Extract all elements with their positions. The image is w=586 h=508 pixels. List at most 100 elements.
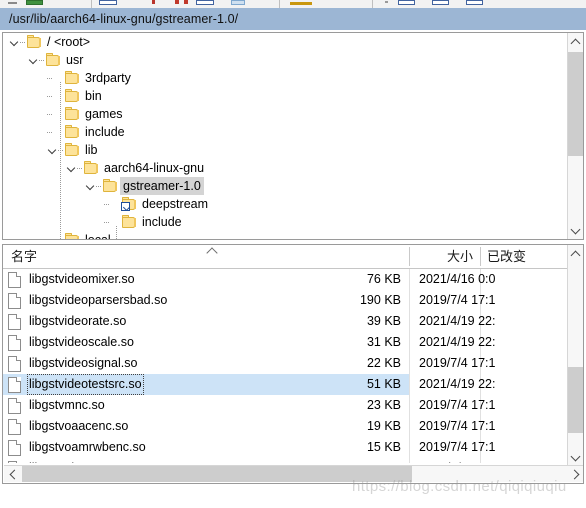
file-icon: [8, 335, 21, 351]
folder-shortcut-icon: [121, 197, 137, 211]
tree-item-label: / <root>: [47, 35, 91, 49]
file-size: 39 KB: [366, 314, 401, 328]
copy-icon[interactable]: [196, 0, 214, 5]
file-modified: 2021/4/16 0:0: [419, 272, 496, 286]
file-row[interactable]: libgstvideotestsrc.so 51 KB 2021/4/19 22:: [3, 374, 567, 395]
tree-item[interactable]: bin: [3, 87, 567, 105]
chevron-down-icon[interactable]: [9, 33, 20, 51]
tree-item[interactable]: aarch64-linux-gnu: [3, 159, 567, 177]
file-modified: 2021/4/19 22:: [419, 458, 495, 463]
list-scroll-left-button[interactable]: [4, 466, 21, 482]
folder-icon: [64, 107, 80, 121]
delete-icon[interactable]: [175, 0, 179, 4]
caret-left-icon: [9, 469, 19, 479]
file-list-rows[interactable]: libgstvideomixer.so 76 KB 2021/4/16 0:0 lib…: [3, 269, 567, 463]
directory-tree-panel[interactable]: / <root> usr 3rdparty bin games include lib aar…: [2, 32, 584, 240]
upload-icon[interactable]: [99, 0, 117, 5]
file-row[interactable]: libgstvoamrwbenc.so 15 KB 2019/7/4 17:1: [3, 437, 567, 458]
file-modified: 2019/7/4 17:1: [419, 419, 496, 433]
folder-icon: [64, 71, 80, 85]
list-hscroll-thumb[interactable]: [22, 466, 412, 482]
file-name: libgstvideorate.so: [29, 314, 127, 328]
chevron-down-icon[interactable]: [47, 141, 58, 159]
tree-connector-line: [47, 69, 58, 87]
file-modified: 2019/7/4 17:1: [419, 293, 496, 307]
list-horizontal-scrollbar[interactable]: [4, 465, 583, 482]
tree-item[interactable]: lib: [3, 141, 567, 159]
list-vertical-scrollbar[interactable]: [567, 245, 583, 466]
download-icon[interactable]: [152, 0, 155, 4]
tree-item-label: bin: [85, 89, 102, 103]
tree-item-label: aarch64-linux-gnu: [104, 161, 205, 175]
tree-item[interactable]: include: [3, 123, 567, 141]
tree-item[interactable]: gstreamer-1.0: [3, 177, 567, 195]
folder-icon: [26, 35, 42, 49]
tree-item[interactable]: include: [3, 213, 567, 231]
file-name: libgstvideoscale.so: [29, 335, 134, 349]
file-name: libgstvideotestsrc.so: [27, 374, 144, 395]
file-modified: 2021/4/19 22:: [419, 335, 496, 349]
file-icon: [8, 293, 21, 309]
chevron-down-icon[interactable]: [66, 159, 77, 177]
tree-item-label: deepstream: [142, 197, 209, 211]
chevron-down-icon[interactable]: [85, 177, 96, 195]
list-scroll-down-button[interactable]: [568, 449, 583, 466]
paste-icon[interactable]: [231, 0, 245, 5]
tree-connector-line: [47, 123, 58, 141]
tree-scroll-thumb[interactable]: [568, 52, 583, 156]
file-row[interactable]: libgstvideoparsersbad.so 190 KB 2019/7/4 1…: [3, 290, 567, 311]
file-row[interactable]: libgstvideorate.so 39 KB 2021/4/19 22:: [3, 311, 567, 332]
file-list-panel[interactable]: 名字 大小 已改变 libgstvideomixer.so 76 KB 2021/4…: [2, 244, 584, 484]
folder-icon: [64, 143, 80, 157]
refresh-icon[interactable]: [398, 0, 415, 5]
help-icon[interactable]: [466, 0, 483, 5]
folder-open-icon[interactable]: [290, 2, 312, 5]
column-header-name[interactable]: 名字: [11, 245, 37, 268]
file-row[interactable]: libgstvideosignal.so 22 KB 2019/7/4 17:1: [3, 353, 567, 374]
file-icon: [8, 314, 21, 330]
back-icon[interactable]: [8, 2, 17, 4]
settings-icon[interactable]: [432, 0, 449, 5]
column-header-row[interactable]: 名字 大小 已改变: [3, 245, 583, 269]
tree-item[interactable]: local: [3, 231, 567, 239]
column-divider[interactable]: [409, 247, 410, 266]
file-row[interactable]: libgstvmnc.so 23 KB 2019/7/4 17:1: [3, 395, 567, 416]
file-icon: [8, 272, 21, 288]
list-scroll-thumb[interactable]: [568, 367, 583, 433]
tree-item[interactable]: / <root>: [3, 33, 567, 51]
file-name: libgstvolume.so: [27, 458, 117, 463]
file-row[interactable]: libgstvoaacenc.so 19 KB 2019/7/4 17:1: [3, 416, 567, 437]
tree-scroll-down-button[interactable]: [568, 222, 583, 239]
column-divider[interactable]: [480, 247, 481, 266]
tree-vertical-scrollbar[interactable]: [567, 33, 583, 239]
tree-item[interactable]: deepstream: [3, 195, 567, 213]
path-bar[interactable]: /usr/lib/aarch64-linux-gnu/gstreamer-1.0…: [0, 8, 586, 30]
file-size: 76 KB: [366, 272, 401, 286]
list-scroll-up-button[interactable]: [568, 245, 583, 262]
tree-connector-line: [47, 87, 58, 105]
file-icon: [8, 356, 21, 372]
tree-item[interactable]: games: [3, 105, 567, 123]
folder-icon: [45, 53, 61, 67]
tree-scroll-up-button[interactable]: [568, 33, 583, 50]
new-folder-icon[interactable]: [26, 0, 43, 5]
sync-icon[interactable]: [385, 1, 388, 3]
column-header-modified[interactable]: 已改变: [487, 245, 526, 268]
file-row[interactable]: libgstvideoscale.so 31 KB 2021/4/19 22:: [3, 332, 567, 353]
file-row[interactable]: libgstvideomixer.so 76 KB 2021/4/16 0:0: [3, 269, 567, 290]
chevron-down-icon[interactable]: [28, 51, 39, 69]
tree-item[interactable]: usr: [3, 51, 567, 69]
directory-tree[interactable]: / <root> usr 3rdparty bin games include lib aar…: [3, 33, 567, 239]
tree-connector-line: [47, 231, 58, 239]
file-size: 51 KB: [366, 377, 401, 391]
file-row[interactable]: libgstvolume.so 27 KB 2021/4/19 22:: [3, 458, 567, 463]
column-header-size[interactable]: 大小: [417, 245, 473, 268]
file-modified: 2019/7/4 17:1: [419, 356, 496, 370]
tree-item[interactable]: 3rdparty: [3, 69, 567, 87]
properties-icon[interactable]: [184, 0, 188, 4]
tree-item-label: lib: [85, 143, 98, 157]
list-scroll-right-button[interactable]: [567, 466, 583, 482]
sort-ascending-icon: [206, 247, 218, 259]
caret-up-icon: [570, 38, 581, 48]
tree-item-label: gstreamer-1.0: [120, 177, 204, 195]
